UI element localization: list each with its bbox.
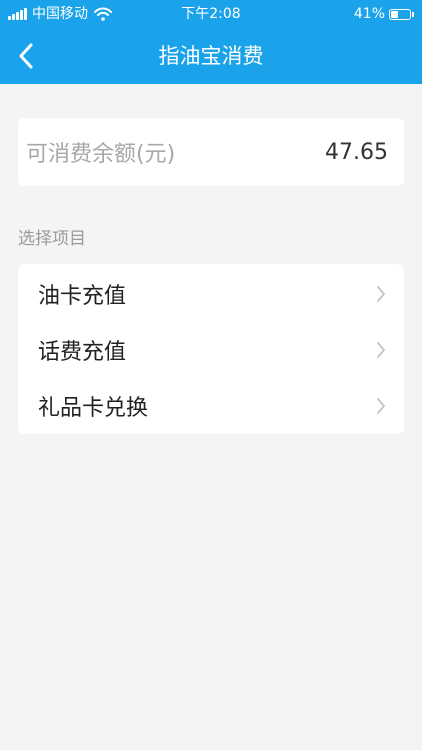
chevron-right-icon [377, 342, 385, 358]
balance-card: 可消费余额(元) 47.65 [18, 118, 404, 186]
menu-item-label: 油卡充值 [38, 284, 127, 309]
header: 中国移动 下午2:08 41% 指油宝消费 [0, 0, 422, 84]
back-button[interactable] [18, 36, 58, 76]
status-bar: 中国移动 下午2:08 41% [0, 0, 422, 28]
menu-item-fuel-card-topup[interactable]: 油卡充值 [18, 266, 404, 322]
page-title: 指油宝消费 [158, 44, 264, 68]
menu-item-gift-card-redeem[interactable]: 礼品卡兑换 [18, 378, 404, 434]
battery-icon [389, 8, 411, 20]
battery-nub [412, 11, 414, 17]
menu-item-label: 话费充值 [38, 340, 127, 365]
battery-percent: 41% [353, 6, 385, 22]
section-title: 选择项目 [18, 229, 86, 249]
nav-bar: 指油宝消费 [0, 28, 422, 84]
balance-value: 47.65 [325, 139, 388, 165]
chevron-right-icon [377, 286, 385, 302]
balance-label: 可消费余额(元) [26, 142, 176, 167]
battery-level-fill [391, 10, 398, 18]
menu-item-label: 礼品卡兑换 [38, 396, 149, 421]
menu-item-phone-bill-topup[interactable]: 话费充值 [18, 322, 404, 378]
chevron-left-icon [19, 43, 33, 69]
status-bar-right: 41% [354, 0, 414, 28]
menu-list: 油卡充值 话费充值 礼品卡兑换 [18, 264, 404, 434]
chevron-right-icon [377, 398, 385, 414]
